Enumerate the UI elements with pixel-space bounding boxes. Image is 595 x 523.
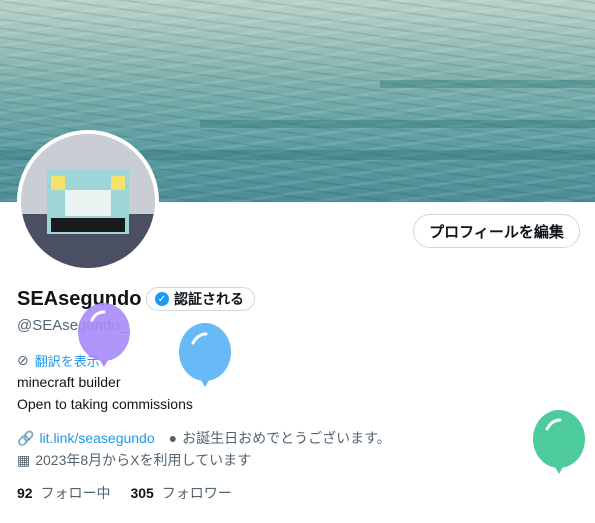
link-icon: 🔗 (17, 429, 35, 446)
calendar-icon: ▦ (17, 451, 31, 468)
avatar-character-sunglasses (51, 218, 125, 232)
joined-text: 2023年8月からXを利用しています (35, 452, 252, 468)
verified-label: 認証される (174, 291, 244, 307)
follow-stats: 92 フォロー中 305 フォロワー (17, 483, 252, 503)
joined-row: ▦ 2023年8月からXを利用しています (17, 450, 251, 470)
green-balloon-icon (533, 410, 585, 474)
avatar-character-face (65, 190, 111, 216)
following-link[interactable]: 92 フォロー中 (17, 483, 110, 503)
banner-water-band (200, 120, 595, 128)
bio-line: minecraft builder (17, 374, 121, 390)
followers-link[interactable]: 305 フォロワー (130, 483, 231, 503)
balloon-icon: ● (168, 430, 178, 446)
banner-water-band (380, 80, 595, 88)
following-count: 92 (17, 485, 33, 501)
birthday-text: お誕生日おめでとうございます。 (182, 430, 391, 446)
avatar-character-horn (111, 176, 125, 190)
avatar-character-horn (51, 176, 65, 190)
bio-line: Open to taking commissions (17, 396, 193, 412)
edit-profile-button[interactable]: プロフィールを編集 (413, 214, 580, 248)
avatar[interactable] (17, 130, 159, 272)
followers-count: 305 (130, 485, 154, 501)
profile-website-link[interactable]: lit.link/seasegundo (39, 430, 154, 446)
translate-icon: ⊘ (17, 352, 29, 368)
verified-badge-button[interactable]: ✓ 認証される (146, 287, 255, 311)
profile-meta-row: 🔗 lit.link/seasegundo ● お誕生日おめでとうございます。 (17, 428, 391, 448)
followers-label: フォロワー (161, 485, 232, 501)
purple-balloon-icon (78, 303, 130, 367)
following-label: フォロー中 (40, 485, 111, 501)
verified-badge-icon: ✓ (155, 292, 169, 306)
blue-balloon-icon (179, 323, 231, 387)
birthday-item: ● お誕生日おめでとうございます。 (169, 428, 391, 448)
